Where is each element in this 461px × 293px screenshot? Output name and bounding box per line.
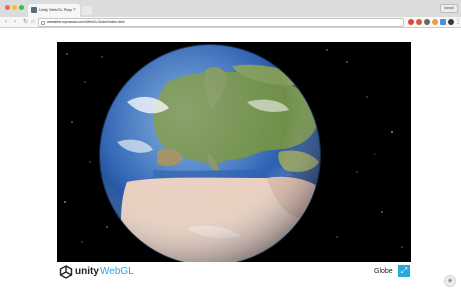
extension-icon[interactable] xyxy=(432,19,438,25)
extension-icon[interactable] xyxy=(416,19,422,25)
browser-window: Unity WebGL Player | Globe × Ismail ‹ › … xyxy=(0,0,461,293)
unity-footer: unity WebGL Globe ⤢ xyxy=(57,262,411,282)
game-title: Globe xyxy=(374,268,393,275)
webgl-brand-text: WebGL xyxy=(100,266,134,277)
settings-icon: ◆ xyxy=(447,278,453,284)
window-close-button[interactable] xyxy=(5,5,10,10)
reload-button[interactable]: ↻ xyxy=(23,18,28,27)
new-tab-button[interactable] xyxy=(82,6,92,15)
page-icon xyxy=(41,21,45,25)
unity-brand-text: unity xyxy=(75,266,99,277)
extension-icon[interactable] xyxy=(440,19,446,25)
extension-icon[interactable] xyxy=(424,19,430,25)
url-text[interactable]: websitetr.mycamai.com/WebGLGlobe/index.h… xyxy=(47,19,124,26)
window-minimize-button[interactable] xyxy=(12,5,17,10)
address-bar[interactable]: websitetr.mycamai.com/WebGLGlobe/index.h… xyxy=(38,18,404,27)
forward-button[interactable]: › xyxy=(14,18,16,27)
tab-close-icon[interactable]: × xyxy=(73,6,76,14)
tab-bar: Unity WebGL Player | Globe × Ismail xyxy=(0,0,461,17)
back-button[interactable]: ‹ xyxy=(5,18,7,27)
home-button[interactable]: ⌂ xyxy=(31,18,35,27)
unity-favicon-icon xyxy=(31,7,37,13)
tab-title: Unity WebGL Player | Globe xyxy=(39,7,72,12)
fullscreen-button[interactable]: ⤢ xyxy=(398,265,410,277)
globe xyxy=(100,45,320,262)
browser-toolbar: ‹ › ↻ ⌂ websitetr.mycamai.com/WebGLGlobe… xyxy=(0,17,461,28)
browser-menu-icon[interactable]: ⋮ xyxy=(455,17,461,27)
extension-icon[interactable] xyxy=(408,19,414,25)
window-maximize-button[interactable] xyxy=(19,5,24,10)
unity-canvas[interactable] xyxy=(57,42,411,262)
unity-logo-icon xyxy=(59,265,73,279)
fullscreen-icon: ⤢ xyxy=(400,266,408,275)
globe-scene xyxy=(64,44,403,262)
tab-active[interactable]: Unity WebGL Player | Globe × xyxy=(28,4,80,17)
settings-button[interactable]: ◆ xyxy=(444,275,456,287)
extension-icon[interactable] xyxy=(448,19,454,25)
profile-button[interactable]: Ismail xyxy=(440,4,458,13)
